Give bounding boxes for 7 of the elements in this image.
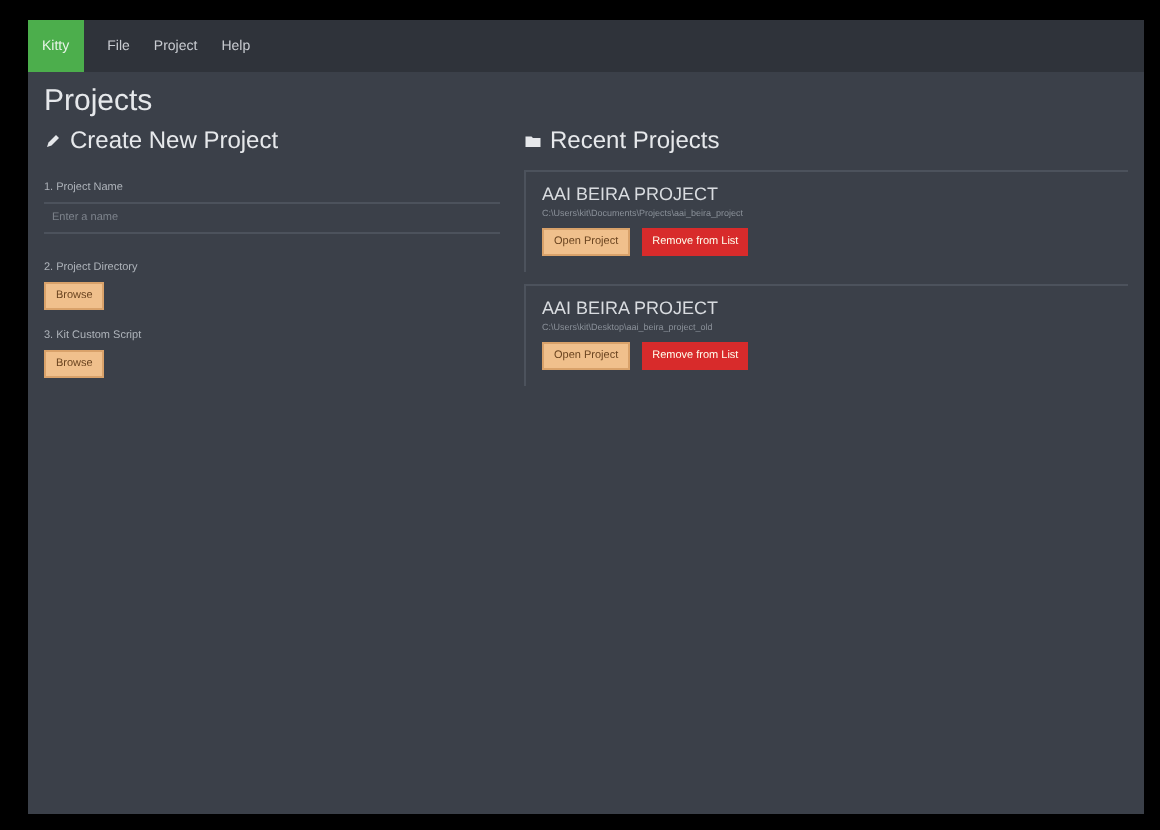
folder-icon — [524, 131, 542, 149]
section-heading: Create New Project — [70, 126, 279, 154]
section-heading: Recent Projects — [550, 126, 720, 154]
page-title: Projects — [44, 84, 155, 118]
pencil-icon — [44, 131, 62, 149]
project-name: AAI BEIRA PROJECT — [542, 298, 721, 318]
project-name: AAI BEIRA PROJECT — [542, 184, 721, 204]
